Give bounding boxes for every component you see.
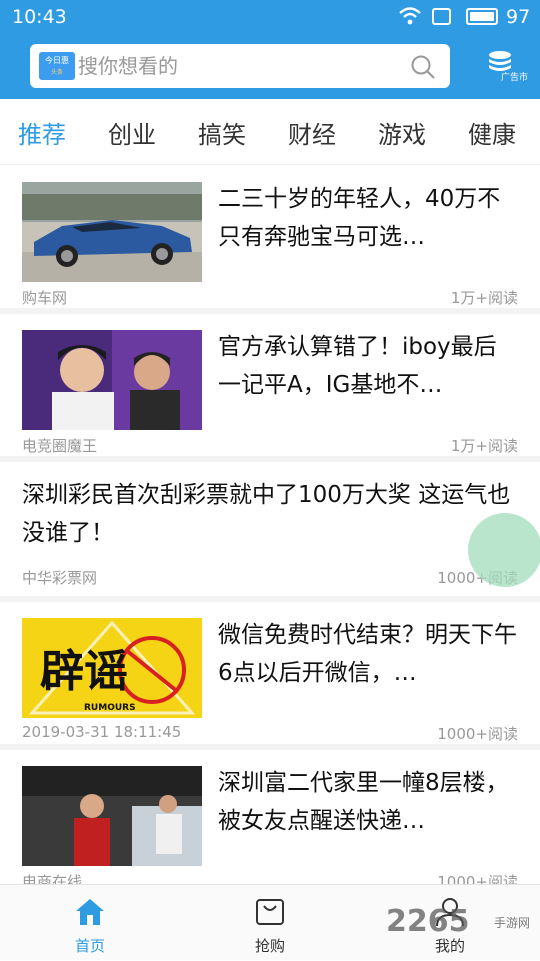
floating-assist-button[interactable] xyxy=(468,513,540,587)
news-card[interactable]: 辟谣 RUMOURS 微信免费时代结束？明天下午6点以后开微信，… 2019-0… xyxy=(0,602,540,750)
news-card[interactable]: 深圳彩民首次刮彩票就中了100万大奖 这运气也没谁了！ 中华彩票网 1000+阅… xyxy=(0,462,540,602)
category-tabs: 推荐 创业 搞笑 财经 游戏 健康 xyxy=(0,99,540,165)
news-title[interactable]: 深圳彩民首次刮彩票就中了100万大奖 这运气也没谁了！ xyxy=(22,476,518,552)
search-icon[interactable] xyxy=(410,54,436,84)
news-thumbnail-rumour: 辟谣 RUMOURS xyxy=(22,618,202,718)
news-thumbnail-esports xyxy=(22,330,202,430)
watermark-sub: 手游网 xyxy=(494,916,531,930)
news-card[interactable]: 深圳富二代家里一幢8层楼，被女友点醒送快递… 电商在线 1000+阅读 xyxy=(0,750,540,898)
news-title[interactable]: 深圳富二代家里一幢8层楼，被女友点醒送快递… xyxy=(218,764,518,840)
status-bar: 10:43 97 xyxy=(0,0,540,34)
news-source: 电竞圈魔王 xyxy=(22,437,98,455)
rumour-text: 辟谣 xyxy=(40,646,128,697)
tab-games[interactable]: 游戏 xyxy=(378,115,426,150)
search-bar[interactable]: 今日惠 头条 xyxy=(30,44,450,88)
news-card[interactable]: 二三十岁的年轻人，40万不只有奔驰宝马可选… 购车网 1万+阅读 xyxy=(0,166,540,314)
news-read-count: 1万+阅读 xyxy=(450,437,518,455)
news-read-count: 1000+阅读 xyxy=(437,725,518,743)
news-source: 中华彩票网 xyxy=(22,569,98,587)
ad-market-button[interactable]: 广告市 xyxy=(470,50,530,84)
news-title[interactable]: 官方承认算错了！iboy最后一记平A，IG基地不… xyxy=(218,328,518,404)
home-icon xyxy=(74,897,106,931)
news-title[interactable]: 微信免费时代结束？明天下午6点以后开微信，… xyxy=(218,616,518,692)
watermark-logo: 2265 xyxy=(386,904,470,939)
nav-home-label: 首页 xyxy=(74,937,105,955)
app-logo: 今日惠 头条 xyxy=(39,52,75,80)
tab-finance[interactable]: 财经 xyxy=(288,115,336,150)
rumour-sub: RUMOURS xyxy=(84,703,136,713)
news-read-count: 1万+阅读 xyxy=(450,289,518,307)
battery-level: 97 xyxy=(506,6,531,28)
app-logo-sub: 头条 xyxy=(50,69,63,76)
status-time: 10:43 xyxy=(12,6,67,28)
news-thumbnail-car xyxy=(22,182,202,282)
app-logo-text: 今日惠 xyxy=(45,56,69,65)
news-card[interactable]: 官方承认算错了！iboy最后一记平A，IG基地不… 电竞圈魔王 1万+阅读 xyxy=(0,314,540,462)
news-source: 购车网 xyxy=(22,289,68,307)
news-title[interactable]: 二三十岁的年轻人，40万不只有奔驰宝马可选… xyxy=(218,180,518,256)
ad-market-label: 广告市 xyxy=(500,73,528,83)
app-header: 10:43 97 今日惠 头条 广告市 xyxy=(0,0,540,99)
nav-flash-sale-label: 抢购 xyxy=(254,937,285,955)
nav-home[interactable]: 首页 xyxy=(30,885,150,961)
tab-startup[interactable]: 创业 xyxy=(108,115,156,150)
nav-flash-sale[interactable]: 抢购 xyxy=(210,885,330,961)
news-timestamp: 2019-03-31 18:11:45 xyxy=(22,723,182,741)
tab-health[interactable]: 健康 xyxy=(468,115,516,150)
shopping-bag-icon xyxy=(254,897,286,931)
tab-recommend[interactable]: 推荐 xyxy=(18,115,66,150)
tab-funny[interactable]: 搞笑 xyxy=(198,115,246,150)
search-input[interactable] xyxy=(78,44,398,88)
news-thumbnail-office xyxy=(22,766,202,866)
battery-icon xyxy=(466,8,498,25)
wifi-icon xyxy=(398,6,422,30)
screen-icon xyxy=(432,8,451,25)
